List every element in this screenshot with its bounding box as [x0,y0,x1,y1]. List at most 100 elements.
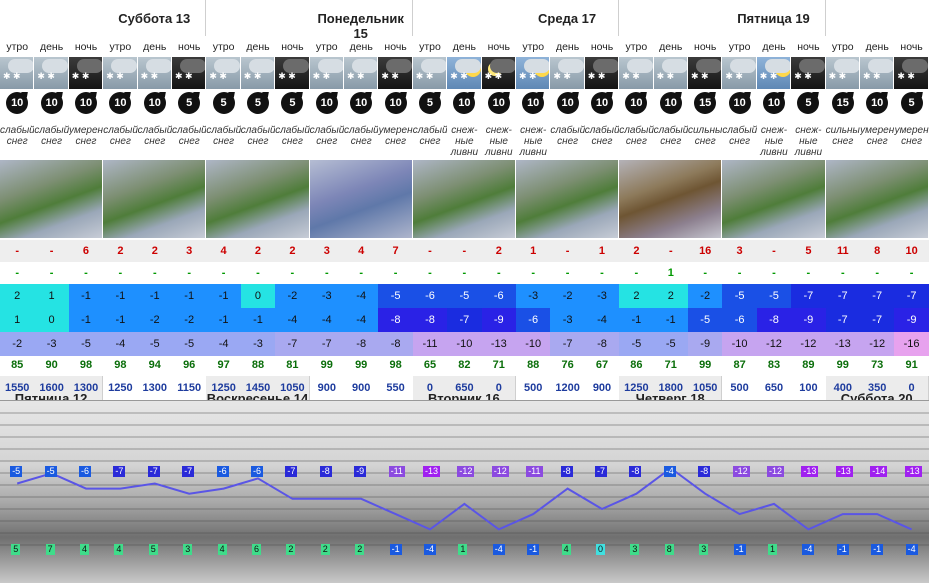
weather-icon: ✱ ✱ [447,57,482,89]
forecast-map-thumbnail[interactable] [412,160,516,238]
humidity-value: 91 [905,359,918,371]
temperature-temp2: -9 [791,308,826,332]
snowflake-icon: ✱ ✱ [759,71,778,81]
weather-icon: ✱ ✱ [34,57,69,89]
period-label: день [865,41,889,53]
wind-arrow-icon: 15 [694,92,717,114]
temperature-temp2: -9 [481,308,516,332]
temperature-temp3: -13 [825,332,860,356]
temperature-temp1: -5 [378,284,413,308]
temperature-temp3: -7 [309,332,344,356]
period-label: день [555,41,580,53]
forecast-map-thumbnail[interactable] [309,160,413,238]
chart-lower-label: 5 [148,544,158,555]
temperature-temp1: 1 [34,284,69,308]
fresh-snow-value: - [221,267,226,279]
freezing-level-value: 400 [833,382,852,394]
snowflake-icon: ✱ ✱ [587,71,606,81]
chart-upper-label: -5 [44,466,57,477]
precipitation-value: 4 [344,240,379,262]
fresh-snow-value: - [772,267,776,279]
chart-upper-label: -13 [801,466,819,477]
forecast-map-thumbnail[interactable] [516,160,620,238]
weather-description: снеж-ные ливни [519,125,547,158]
temperature-temp3: -7 [550,332,585,356]
forecast-map-thumbnail[interactable] [206,160,310,238]
chart-lower-label: -1 [389,544,402,555]
snowflake-icon: ✱ ✱ [71,71,90,81]
weather-icon: ✱ ✱ [240,57,276,89]
period-label: утро [315,41,338,53]
period-label: утро [212,41,235,53]
precipitation-value: 3 [172,240,207,262]
snowflake-icon: ✱ ✱ [347,71,365,81]
fresh-snow-value: - [15,267,20,279]
period-label: день [39,41,64,53]
snowflake-icon: ✱ ✱ [828,71,847,81]
day-header[interactable]: Понедельник 15 [309,0,413,41]
chart-upper-label: -7 [285,466,298,477]
precipitation-value: - [550,240,585,262]
period-label: утро [831,41,854,53]
temperature-temp2: -8 [756,308,792,332]
chart-upper-label: -11 [526,466,543,477]
chart-upper-label: -12 [491,466,509,477]
temperature-temp1: -3 [584,284,620,308]
day-header[interactable]: Среда 17 [516,0,620,36]
fresh-snow-value: - [806,267,811,279]
humidity-value: 82 [458,359,471,371]
forecast-map-thumbnail[interactable] [619,160,723,238]
wind-speed: 10 [34,92,68,118]
wind-arrow-icon: 10 [556,92,579,114]
freezing-level-value: 1600 [39,382,64,394]
period-label: ночь [694,41,717,53]
wind-arrow-icon: 10 [762,92,785,114]
wind-speed: 10 [344,92,378,118]
freezing-level-value: 1300 [73,382,99,394]
freezing-level-value: 1200 [555,382,580,394]
precipitation-value: 2 [103,240,138,262]
wind-arrow-icon: 10 [143,92,166,114]
temperature-temp3: -12 [860,332,895,356]
temperature-temp1: 2 [0,284,35,308]
fresh-snow-value: - [118,267,123,279]
period-label: ночь [590,41,614,53]
temperature-temp3: -16 [894,332,929,356]
temperature-temp3: -10 [722,332,757,356]
temperature-chart: -5 -5 -6 -7 -7 -7 -6 -6 -7 -8 -9 -11 -13 -12 -12 -11 -8-… [0,400,929,583]
fresh-snow-value: - [49,267,54,279]
weather-description: слабый снег [240,125,276,147]
weather-description: слабый снег [0,125,35,147]
forecast-map-thumbnail[interactable] [722,160,826,238]
temperature-temp2: -3 [550,308,585,332]
precipitation-value: 10 [894,240,929,262]
weather-description: умерен снег [378,125,413,147]
wind-speed: 10 [447,92,481,118]
freezing-level-value: 900 [352,382,371,394]
weather-description: слабый снег [584,125,620,147]
weather-icon: ✱ ✱ [103,57,138,89]
forecast-map-thumbnail[interactable] [0,160,104,238]
temperature-temp2: -6 [516,308,551,332]
temperature-temp2: -1 [619,308,654,332]
chart-lower-label: -4 [492,544,505,555]
snowflake-icon: ✱ ✱ [106,71,124,81]
temperature-temp1: -1 [172,284,207,308]
temperature-temp3: -10 [516,332,551,356]
snowflake-icon: ✱ ✱ [897,71,915,81]
wind-arrow-icon: 15 [831,92,854,114]
period-label: ночь [797,41,820,53]
humidity-value: 87 [733,359,746,371]
forecast-map-thumbnail[interactable] [825,160,929,238]
chart-upper-label: -6 [216,466,229,477]
weather-description: снеж-ные ливни [450,125,479,158]
chart-lower-label: -4 [905,544,918,555]
temperature-temp2: -8 [412,308,448,332]
humidity-value: 97 [217,359,230,371]
weather-description: слабый снег [275,125,310,147]
forecast-map-thumbnail[interactable] [103,160,207,238]
day-header[interactable]: Суббота 13 [103,0,207,36]
wind-speed: 10 [482,92,516,118]
day-header[interactable]: Пятница 19 [722,0,826,36]
chart-lower-label: 3 [699,544,709,555]
